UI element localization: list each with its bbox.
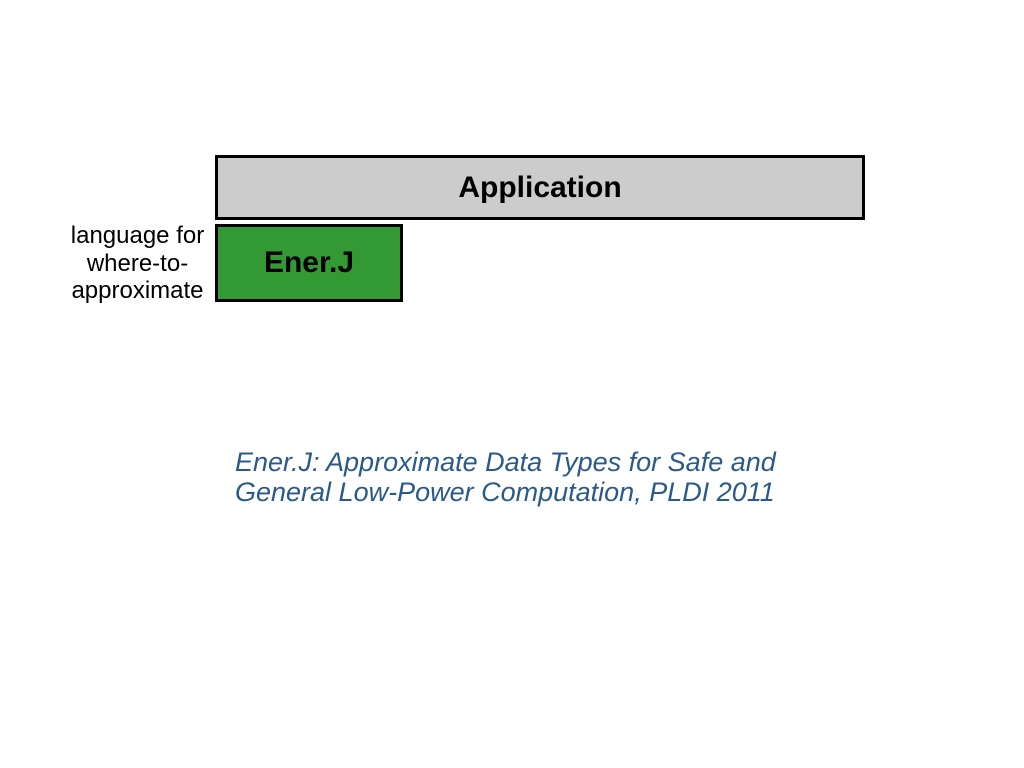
left-caption: language for where-to- approximate [60, 222, 215, 305]
enerj-label: Ener.J [264, 246, 354, 280]
caption-line-3: approximate [71, 277, 203, 304]
application-box: Application [215, 155, 865, 220]
caption-line-1: language for [71, 222, 204, 249]
application-label: Application [458, 171, 621, 205]
caption-line-2: where-to- [87, 250, 188, 277]
enerj-box: Ener.J [215, 224, 403, 302]
citation-text: Ener.J: Approximate Data Types for Safe … [235, 448, 875, 507]
